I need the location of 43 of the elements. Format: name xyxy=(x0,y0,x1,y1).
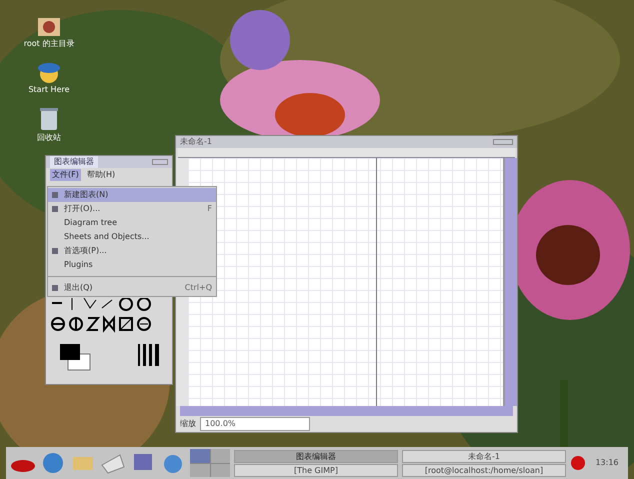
record-icon xyxy=(570,455,586,471)
shortcut-label: F xyxy=(207,203,212,215)
task-button[interactable]: [root@localhost:/home/sloan] xyxy=(402,464,566,476)
task-button[interactable]: 图表编辑器 xyxy=(234,450,398,462)
desktop-icon-label[interactable]: Start Here xyxy=(28,84,70,96)
menu-option-label: 退出(Q) xyxy=(64,282,94,294)
menu-option[interactable]: Diagram tree xyxy=(48,216,216,230)
workspace-switcher[interactable] xyxy=(190,449,230,477)
window-title: 未命名-1 xyxy=(180,136,212,148)
desktop-icon-label[interactable]: root 的主目录 xyxy=(24,38,74,50)
menu-option[interactable]: 新建图表(N) xyxy=(48,188,216,202)
menu-option[interactable]: 首选项(P)... xyxy=(48,244,216,258)
line-styles-icon[interactable] xyxy=(136,342,160,368)
menu-option-label: Sheets and Objects... xyxy=(64,231,150,243)
window-title: 图表编辑器 xyxy=(50,156,98,168)
desktop-icon-label[interactable]: 回收站 xyxy=(37,132,61,144)
window-controls-icon[interactable] xyxy=(493,139,513,145)
menu-option-label: 首选项(P)... xyxy=(64,245,108,257)
menu-option[interactable]: Plugins xyxy=(48,258,216,272)
menu-item-icon xyxy=(52,248,58,254)
zoom-label: 缩放 xyxy=(180,418,196,430)
menu-option-label: 打开(O)... xyxy=(64,203,102,215)
shortcut-label: Ctrl+Q xyxy=(184,282,212,294)
menu-item[interactable]: 文件(F) xyxy=(50,169,81,181)
menu-item[interactable]: 帮助(H) xyxy=(84,169,118,181)
menu-option[interactable]: Sheets and Objects... xyxy=(48,230,216,244)
color-swatch-icon[interactable] xyxy=(58,342,92,372)
vertical-scrollbar[interactable] xyxy=(505,158,517,406)
task-button[interactable]: [The GIMP] xyxy=(234,464,398,476)
menu-item-icon xyxy=(52,206,58,212)
menu-item-icon xyxy=(52,192,58,198)
zoom-field[interactable]: 100.0% xyxy=(200,417,310,431)
menu-item-icon xyxy=(52,285,58,291)
menu-option-label: Diagram tree xyxy=(64,217,118,229)
task-button[interactable]: 未命名-1 xyxy=(402,450,566,462)
menu-option-label: Plugins xyxy=(64,259,94,271)
menu-option-label: 新建图表(N) xyxy=(64,189,110,201)
menu-option[interactable]: 退出(Q) Ctrl+Q xyxy=(48,281,216,295)
window-controls-icon[interactable] xyxy=(152,159,168,165)
clock: 13:16 xyxy=(594,457,620,469)
horizontal-scrollbar[interactable] xyxy=(180,406,513,416)
trash-icon xyxy=(38,106,60,132)
menu-option[interactable]: 打开(O)... F xyxy=(48,202,216,216)
